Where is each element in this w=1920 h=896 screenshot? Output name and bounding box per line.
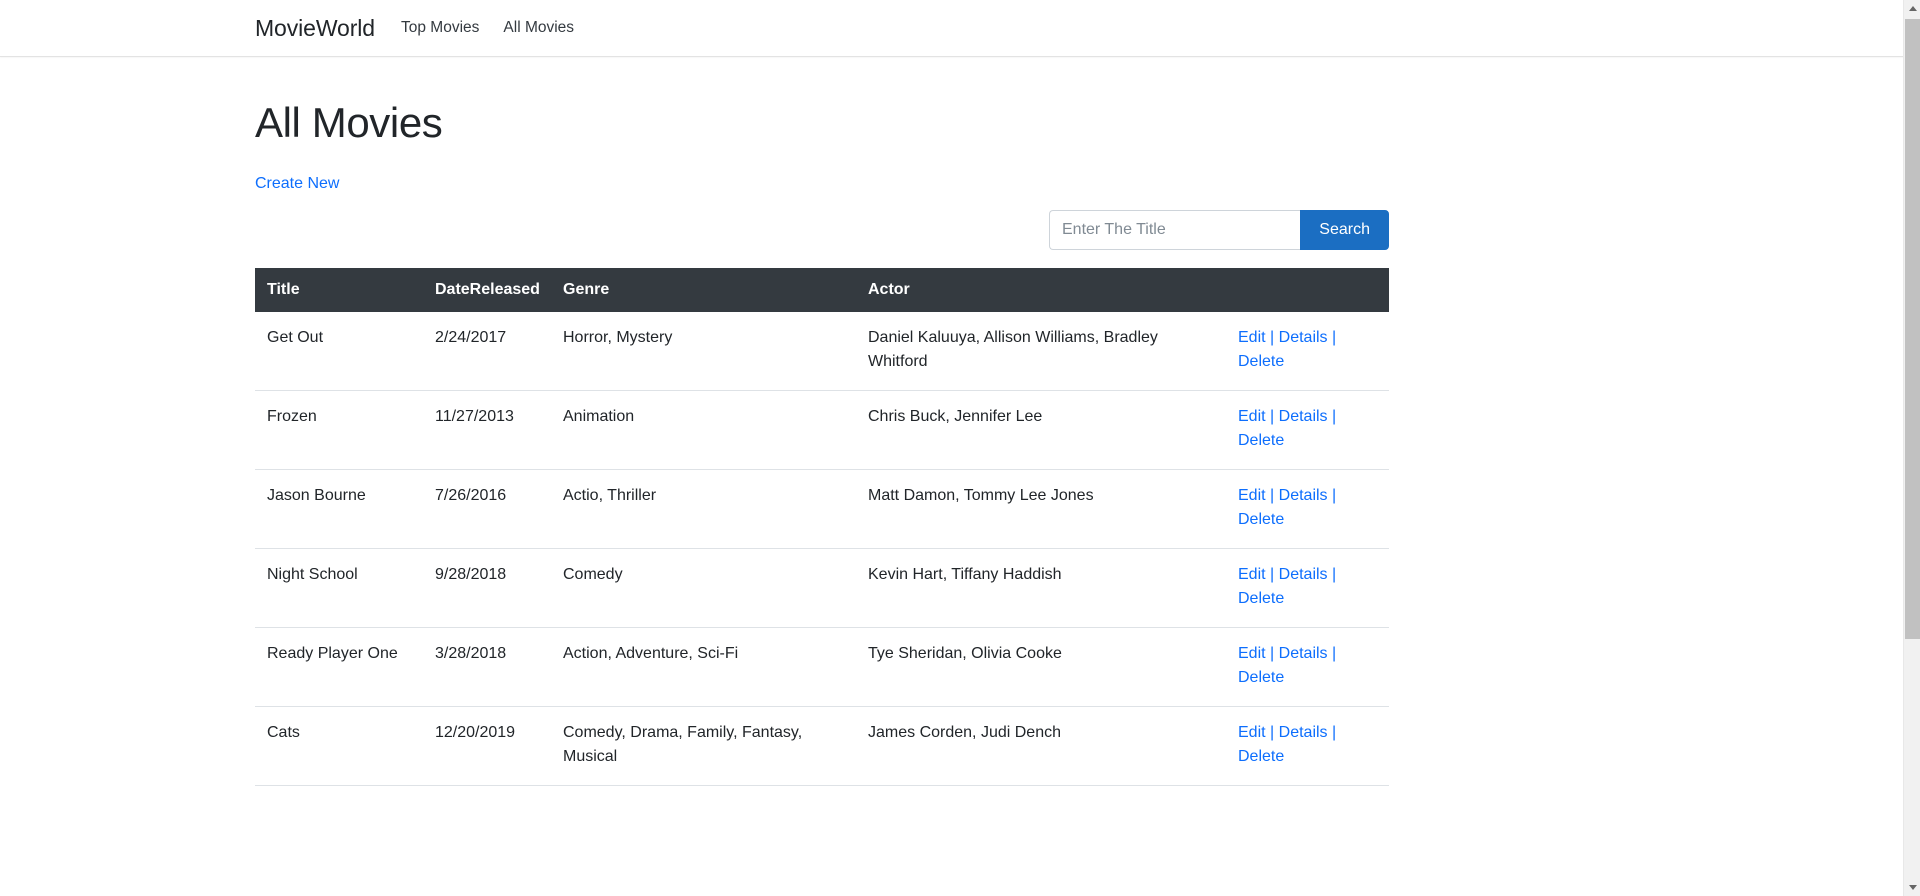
edit-link-4[interactable]: Edit	[1238, 645, 1266, 662]
movies-table: Title DateReleased Genre Actor Get Out 2/…	[255, 268, 1389, 787]
movies-table-head: Title DateReleased Genre Actor	[255, 268, 1389, 313]
action-separator-b-3: |	[1332, 566, 1337, 584]
cell-title: Frozen	[255, 390, 423, 471]
action-separator-a-3: |	[1270, 566, 1275, 584]
action-separator-a-2: |	[1270, 487, 1275, 505]
action-separator-a-5: |	[1270, 724, 1275, 742]
table-row: Ready Player One 3/28/2018 Action, Adventu…	[255, 627, 1389, 708]
page-title: All Movies	[255, 99, 443, 146]
brand-link[interactable]: MovieWorld	[255, 15, 375, 42]
delete-link-2[interactable]: Delete	[1238, 511, 1284, 528]
edit-link-3[interactable]: Edit	[1238, 566, 1266, 583]
edit-link-2[interactable]: Edit	[1238, 487, 1266, 504]
cell-genre: Comedy, Drama, Family, Fantasy, Musical	[551, 706, 856, 787]
table-row: Frozen 11/27/2013 Animation Chris Buck, Jen…	[255, 390, 1389, 471]
cell-genre: Animation	[551, 390, 856, 471]
column-header-date-released: DateReleased	[423, 268, 551, 313]
cell-date-released: 3/28/2018	[423, 627, 551, 708]
edit-link-1[interactable]: Edit	[1238, 408, 1266, 425]
table-row: Cats 12/20/2019 Comedy, Drama, Family, Fan…	[255, 706, 1389, 787]
cell-actions: Edit | Details | Delete	[1226, 312, 1389, 392]
cell-title: Jason Bourne	[255, 469, 423, 550]
edit-link-5[interactable]: Edit	[1238, 724, 1266, 741]
details-link-3[interactable]: Details	[1279, 566, 1328, 583]
column-header-genre: Genre	[551, 268, 856, 313]
cell-genre: Actio, Thriller	[551, 469, 856, 550]
delete-link-1[interactable]: Delete	[1238, 432, 1284, 449]
cell-date-released: 12/20/2019	[423, 706, 551, 787]
details-link-5[interactable]: Details	[1279, 724, 1328, 741]
delete-link-5[interactable]: Delete	[1238, 748, 1284, 765]
search-row: Search	[255, 210, 1389, 251]
vertical-scrollbar[interactable]	[1903, 0, 1920, 896]
nav-link-top-movies[interactable]: Top Movies	[401, 19, 479, 37]
column-header-actions	[1226, 268, 1389, 313]
action-separator-b-1: |	[1332, 408, 1337, 426]
delete-link-4[interactable]: Delete	[1238, 669, 1284, 686]
table-row: Jason Bourne 7/26/2016 Actio, Thriller Matt…	[255, 469, 1389, 550]
search-form: Search	[1049, 210, 1389, 251]
delete-link-3[interactable]: Delete	[1238, 590, 1284, 607]
cell-date-released: 2/24/2017	[423, 312, 551, 392]
cell-title: Cats	[255, 706, 423, 787]
cell-title: Ready Player One	[255, 627, 423, 708]
details-link-1[interactable]: Details	[1279, 408, 1328, 425]
create-new-link[interactable]: Create New	[255, 175, 339, 193]
cell-actions: Edit | Details | Delete	[1226, 627, 1389, 708]
action-separator-b-0: |	[1332, 329, 1337, 347]
cell-genre: Horror, Mystery	[551, 312, 856, 392]
cell-date-released: 11/27/2013	[423, 390, 551, 471]
cell-actions: Edit | Details | Delete	[1226, 390, 1389, 471]
cell-actions: Edit | Details | Delete	[1226, 469, 1389, 550]
details-link-2[interactable]: Details	[1279, 487, 1328, 504]
page-root: MovieWorld Top Movies All Movies All Mov…	[0, 0, 1920, 896]
top-navbar: MovieWorld Top Movies All Movies	[0, 0, 1920, 57]
cell-title: Night School	[255, 548, 423, 629]
cell-title: Get Out	[255, 312, 423, 392]
cell-genre: Action, Adventure, Sci-Fi	[551, 627, 856, 708]
column-header-title: Title	[255, 268, 423, 313]
search-button[interactable]: Search	[1300, 210, 1389, 251]
cell-date-released: 9/28/2018	[423, 548, 551, 629]
cell-genre: Comedy	[551, 548, 856, 629]
search-input[interactable]	[1049, 210, 1301, 251]
details-link-4[interactable]: Details	[1279, 645, 1328, 662]
action-separator-b-5: |	[1332, 724, 1337, 742]
delete-link-0[interactable]: Delete	[1238, 353, 1284, 370]
cell-actor: Kevin Hart, Tiffany Haddish	[856, 548, 1226, 629]
cell-actor: Matt Damon, Tommy Lee Jones	[856, 469, 1226, 550]
cell-date-released: 7/26/2016	[423, 469, 551, 550]
column-header-actor: Actor	[856, 268, 1226, 313]
cell-actor: Daniel Kaluuya, Allison Williams, Bradle…	[856, 312, 1226, 392]
table-row: Night School 9/28/2018 Comedy Kevin Hart, T…	[255, 548, 1389, 629]
action-separator-a-4: |	[1270, 645, 1275, 663]
movies-table-body: Get Out 2/24/2017 Horror, Mystery Daniel Ka…	[255, 312, 1389, 787]
cell-actor: Tye Sheridan, Olivia Cooke	[856, 627, 1226, 708]
details-link-0[interactable]: Details	[1279, 329, 1328, 346]
cell-actions: Edit | Details | Delete	[1226, 548, 1389, 629]
action-separator-b-2: |	[1332, 487, 1337, 505]
scrollbar-thumb[interactable]	[1905, 19, 1920, 639]
cell-actions: Edit | Details | Delete	[1226, 706, 1389, 787]
main-content: All Movies Create New Search Title DateR…	[0, 99, 1920, 787]
table-row: Get Out 2/24/2017 Horror, Mystery Daniel Ka…	[255, 312, 1389, 392]
action-separator-a-0: |	[1270, 329, 1275, 347]
nav-link-all-movies[interactable]: All Movies	[503, 19, 574, 37]
action-separator-b-4: |	[1332, 645, 1337, 663]
nav-links: Top Movies All Movies	[401, 19, 574, 37]
cell-actor: James Corden, Judi Dench	[856, 706, 1226, 787]
scroll-down-arrow-icon[interactable]	[1904, 879, 1920, 896]
edit-link-0[interactable]: Edit	[1238, 329, 1266, 346]
action-separator-a-1: |	[1270, 408, 1275, 426]
table-header-row: Title DateReleased Genre Actor	[255, 268, 1389, 313]
scroll-up-arrow-icon[interactable]	[1904, 0, 1920, 17]
cell-actor: Chris Buck, Jennifer Lee	[856, 390, 1226, 471]
